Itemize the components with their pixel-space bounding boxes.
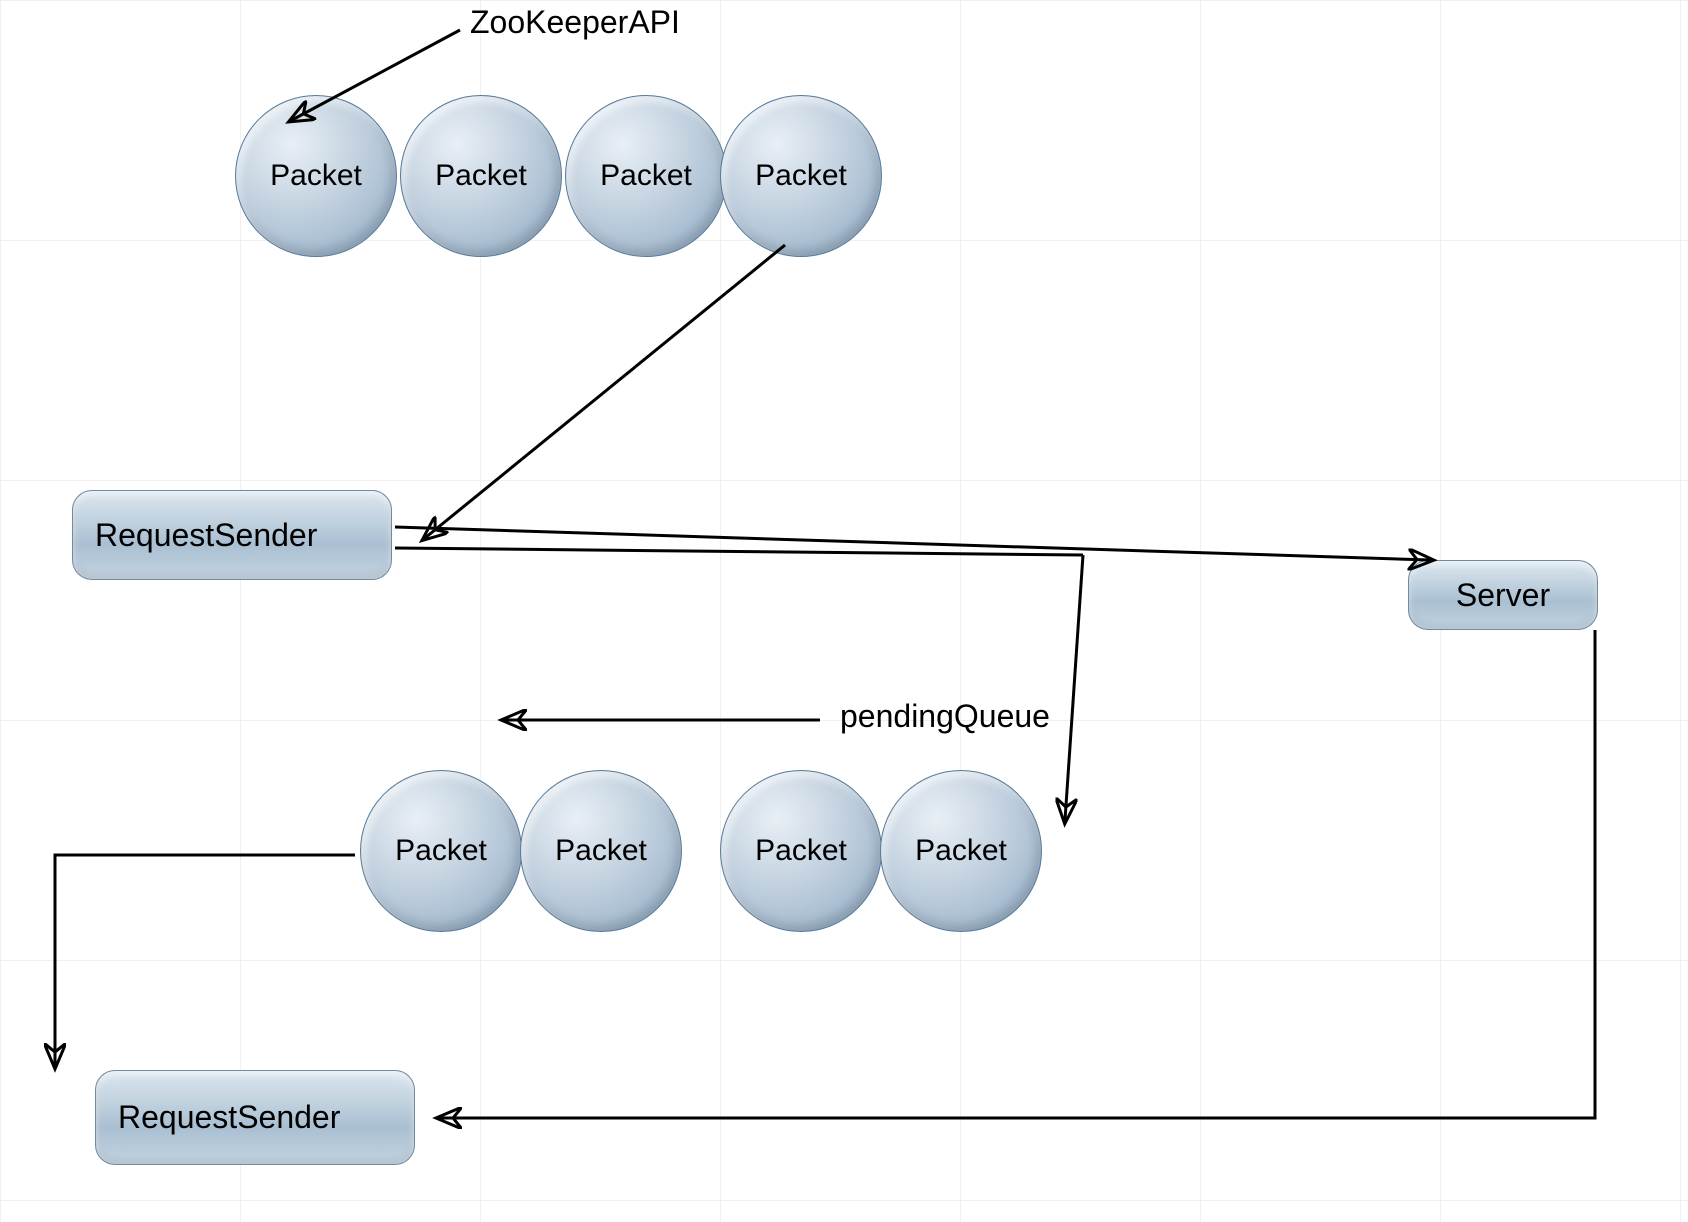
packet-top-3: Packet bbox=[565, 95, 727, 257]
packet-top-4: Packet bbox=[720, 95, 882, 257]
packet-label: Packet bbox=[395, 834, 487, 868]
packet-pending-4: Packet bbox=[880, 770, 1042, 932]
arrow-sender-to-server bbox=[395, 527, 1430, 560]
packet-label: Packet bbox=[555, 834, 647, 868]
packet-label: Packet bbox=[435, 159, 527, 193]
packet-top-2: Packet bbox=[400, 95, 562, 257]
packet-pending-3: Packet bbox=[720, 770, 882, 932]
pending-queue-label: pendingQueue bbox=[840, 698, 1050, 735]
packet-label: Packet bbox=[755, 834, 847, 868]
arrow-pending-to-sender-bottom bbox=[55, 855, 355, 1065]
request-sender-bottom: RequestSender bbox=[95, 1070, 415, 1165]
packet-pending-2: Packet bbox=[520, 770, 682, 932]
request-sender-top: RequestSender bbox=[72, 490, 392, 580]
arrow-sender-to-pending-horiz bbox=[395, 548, 1083, 555]
diagram-canvas: ZooKeeperAPI Packet Packet Packet Packet… bbox=[0, 0, 1688, 1222]
request-sender-label: RequestSender bbox=[95, 517, 317, 554]
server-label: Server bbox=[1456, 577, 1550, 614]
packet-label: Packet bbox=[755, 159, 847, 193]
packet-label: Packet bbox=[270, 159, 362, 193]
packet-pending-1: Packet bbox=[360, 770, 522, 932]
request-sender-label: RequestSender bbox=[118, 1099, 340, 1136]
server-box: Server bbox=[1408, 560, 1598, 630]
packet-top-1: Packet bbox=[235, 95, 397, 257]
arrow-packets-to-sender bbox=[425, 245, 785, 538]
packet-label: Packet bbox=[915, 834, 1007, 868]
arrow-sender-to-pending-vert bbox=[1065, 555, 1083, 820]
zookeeper-api-label: ZooKeeperAPI bbox=[470, 4, 680, 41]
packet-label: Packet bbox=[600, 159, 692, 193]
